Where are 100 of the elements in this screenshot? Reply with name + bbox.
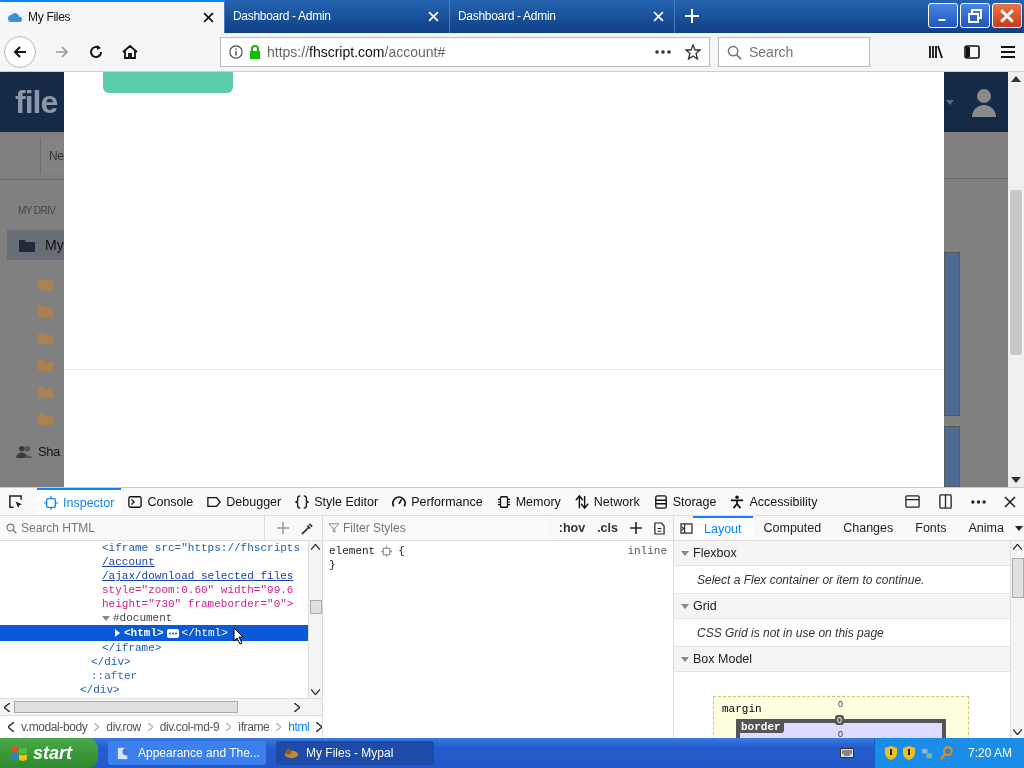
breadcrumb[interactable]: div.row	[106, 720, 141, 734]
browser-tab[interactable]: My Files	[0, 0, 225, 33]
target-icon[interactable]	[381, 545, 393, 557]
breadcrumb[interactable]: v.modal-body	[21, 720, 88, 734]
markup-line[interactable]: /account	[102, 556, 155, 568]
triangle-icon[interactable]	[102, 614, 110, 622]
sidebar-toggle-icon[interactable]	[680, 522, 693, 534]
markup-line[interactable]: <html>	[124, 627, 164, 639]
star-icon[interactable]	[685, 43, 701, 60]
section-header[interactable]: Flexbox	[674, 541, 1010, 566]
scroll-right-icon[interactable]	[316, 722, 323, 732]
search-field[interactable]: Search	[718, 36, 870, 67]
close-icon[interactable]	[1004, 495, 1016, 508]
box-value[interactable]: 0	[838, 699, 843, 709]
layout-icon[interactable]	[905, 494, 920, 509]
devtools-tab[interactable]: Storage	[646, 488, 724, 515]
markup-line[interactable]: style="zoom:0.60" width="99.6	[102, 584, 294, 596]
devtools-tab[interactable]: Style Editor	[288, 488, 386, 515]
markup-line[interactable]: </div>	[91, 656, 131, 668]
scrollbar-thumb[interactable]	[1010, 190, 1022, 355]
browser-tab[interactable]: Dashboard - Admin	[225, 0, 450, 33]
sidebar-tab[interactable]: Changes	[832, 516, 905, 540]
markup-line[interactable]: </html>	[181, 627, 228, 639]
address-bar[interactable]: https://fhscript.com/account#	[220, 36, 710, 67]
markup-line[interactable]: #document	[113, 612, 173, 624]
markup-line[interactable]: /ajax/download selected files	[102, 570, 294, 582]
devtools-tab[interactable]: Debugger	[200, 488, 289, 515]
markup-line[interactable]: height="730" frameborder="0">	[102, 598, 294, 610]
padlock-icon[interactable]	[249, 44, 261, 59]
scroll-up-icon[interactable]	[1011, 76, 1021, 82]
avatar-icon[interactable]	[972, 87, 996, 117]
scrollbar-thumb[interactable]	[14, 701, 238, 713]
shield-icon[interactable]	[884, 746, 897, 760]
devtools-tab[interactable]: Memory	[489, 488, 568, 515]
scroll-down-icon[interactable]	[1013, 729, 1022, 735]
devtools-tab[interactable]: Network	[567, 488, 647, 515]
more-icon[interactable]	[655, 49, 671, 54]
scroll-up-icon[interactable]	[1013, 544, 1022, 550]
forward-icon[interactable]	[54, 43, 70, 60]
breadcrumb[interactable]: div.col-md-9	[159, 720, 220, 734]
hov-toggle[interactable]: :hov	[558, 521, 586, 535]
sidebar-icon[interactable]	[964, 43, 980, 60]
sidebar-tab[interactable]: Computed	[752, 516, 833, 540]
section-header[interactable]: Box Model	[674, 647, 1010, 672]
scrollbar-thumb[interactable]	[1011, 558, 1024, 598]
start-button[interactable]: start	[0, 738, 98, 768]
close-icon[interactable]	[203, 11, 214, 23]
box-value[interactable]: 0	[838, 729, 843, 738]
reload-icon[interactable]	[88, 43, 104, 60]
library-icon[interactable]	[928, 43, 944, 60]
triangle-icon[interactable]	[113, 629, 121, 637]
markup-line[interactable]: <iframe src="https://fhscripts	[102, 542, 301, 554]
box-label: margin	[722, 703, 762, 715]
close-button[interactable]	[992, 3, 1022, 28]
devtools-tab[interactable]: Inspector	[37, 488, 122, 515]
scrollbar-thumb[interactable]	[309, 600, 322, 614]
minimize-button[interactable]	[928, 3, 958, 28]
eyedropper-icon[interactable]	[301, 521, 314, 535]
devtools-tab[interactable]: Console	[121, 488, 201, 515]
scroll-down-icon[interactable]	[1011, 477, 1021, 483]
sidebar-item[interactable]: Sha	[38, 444, 60, 459]
taskbar-button[interactable]: My Files - Mypal	[276, 741, 434, 765]
home-icon[interactable]	[122, 43, 138, 60]
section-header[interactable]: Grid	[674, 594, 1010, 619]
sidebar-item[interactable]: My	[7, 230, 64, 260]
sidebar-tab[interactable]: Layout	[693, 516, 753, 540]
cls-toggle[interactable]: .cls	[597, 521, 618, 535]
sidebar-tab[interactable]: Anima	[957, 516, 1015, 540]
box-value[interactable]: 0	[835, 715, 844, 725]
sidebar-tab[interactable]: Fonts	[904, 516, 958, 540]
document-icon[interactable]	[654, 521, 665, 535]
keyboard-icon[interactable]	[839, 748, 854, 758]
markup-line[interactable]: </iframe>	[102, 642, 162, 654]
info-icon[interactable]	[229, 44, 243, 59]
chevron-icon	[147, 723, 153, 731]
dock-icon[interactable]	[938, 494, 953, 509]
back-button[interactable]	[4, 35, 36, 68]
scroll-right-icon[interactable]	[294, 702, 300, 712]
breadcrumb[interactable]: iframe	[238, 720, 270, 734]
markup-line[interactable]: ::after	[91, 670, 138, 682]
menu-icon[interactable]	[1000, 43, 1016, 60]
css-selector: element	[329, 545, 376, 557]
console-icon	[128, 494, 143, 509]
shield-icon[interactable]	[902, 746, 915, 760]
devtools-tab[interactable]: Performance	[385, 488, 490, 515]
scroll-up-icon[interactable]	[311, 544, 320, 550]
more-icon[interactable]	[971, 499, 986, 504]
scroll-down-icon[interactable]	[311, 689, 320, 695]
taskbar-button[interactable]: Appearance and The...	[108, 741, 266, 765]
breadcrumb[interactable]: html	[288, 720, 310, 734]
filter-field[interactable]: Filter Styles	[343, 521, 547, 535]
maximize-button[interactable]	[960, 3, 990, 28]
element-picker-icon[interactable]	[8, 494, 23, 509]
rule-source[interactable]: inline	[627, 545, 667, 557]
browser-tab[interactable]: Dashboard - Admin	[450, 0, 675, 33]
markup-line[interactable]: </div>	[80, 684, 120, 696]
caret-icon[interactable]	[1014, 525, 1023, 531]
plus-icon[interactable]	[630, 522, 642, 534]
devtools-tab[interactable]: Accessibility	[723, 488, 825, 515]
ellipsis-icon[interactable]	[166, 628, 179, 638]
